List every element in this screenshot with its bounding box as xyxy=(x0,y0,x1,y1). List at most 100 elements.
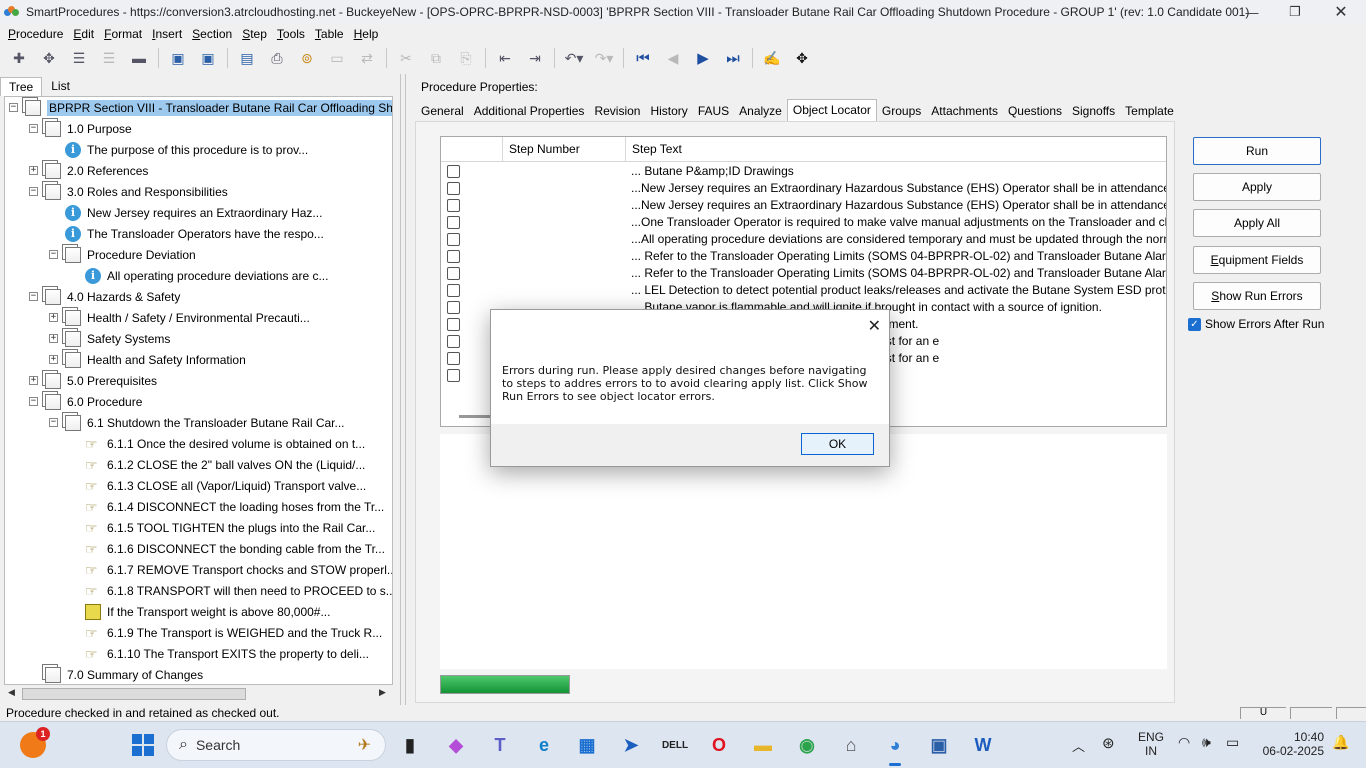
frame-icon[interactable]: ▭ xyxy=(326,47,348,69)
next-step-icon[interactable]: ▶ xyxy=(692,47,714,69)
clock[interactable]: 10:40 06-02-2025 xyxy=(1260,730,1324,758)
tree-node[interactable]: ☞ 6.1.9 The Transport is WEIGHED and the … xyxy=(69,622,382,643)
procedure-tree[interactable]: − BPRPR Section VIII - Transloader Butane… xyxy=(4,96,393,685)
tree-node[interactable]: − 3.0 Roles and Responsibilities xyxy=(29,181,228,202)
dell-icon[interactable]: DELL xyxy=(660,730,690,760)
notifications-icon[interactable]: 🔔 xyxy=(1332,734,1349,751)
tree-node[interactable]: i All operating procedure deviations are … xyxy=(69,265,328,286)
remote-app-icon[interactable]: ⌂ xyxy=(836,730,866,760)
tree-node[interactable]: i New Jersey requires an Extraordinary Ha… xyxy=(49,202,322,223)
grid-row[interactable]: ... Refer to the Transloader Operating L… xyxy=(441,265,1166,282)
expand-toggle-icon[interactable]: − xyxy=(9,103,18,112)
tab-additional-properties[interactable]: Additional Properties xyxy=(469,101,590,121)
tree-node[interactable]: + Health and Safety Information xyxy=(49,349,246,370)
menu-tools[interactable]: Tools xyxy=(272,27,310,41)
tree-node[interactable]: ☞ 6.1.4 DISCONNECT the loading hoses from… xyxy=(69,496,384,517)
run-button[interactable]: Run xyxy=(1193,137,1321,165)
outdent-icon[interactable]: ⇤ xyxy=(494,47,516,69)
expand-toggle-icon[interactable]: + xyxy=(49,334,58,343)
add-subsection-icon[interactable]: ✥ xyxy=(38,47,60,69)
scrollbar-thumb[interactable] xyxy=(22,688,246,700)
tree-node[interactable]: − Procedure Deviation xyxy=(49,244,196,265)
tree-horizontal-scrollbar[interactable]: ◀ ▶ xyxy=(4,686,393,703)
expand-toggle-icon[interactable]: + xyxy=(29,376,38,385)
outline-icon[interactable]: ☰ xyxy=(98,47,120,69)
tab-signoffs[interactable]: Signoffs xyxy=(1067,101,1120,121)
tab-analyze[interactable]: Analyze xyxy=(734,101,787,121)
row-checkbox[interactable] xyxy=(447,182,460,195)
tree-node[interactable]: 7.0 Summary of Changes xyxy=(29,664,203,684)
tree-node[interactable]: i The Transloader Operators have the resp… xyxy=(49,223,324,244)
menu-help[interactable]: Help xyxy=(349,27,384,41)
tree-node[interactable]: ☞ 6.1.6 DISCONNECT the bonding cable from… xyxy=(69,538,385,559)
remote-desktop-icon[interactable]: ▣ xyxy=(924,730,954,760)
expand-toggle-icon[interactable]: + xyxy=(49,313,58,322)
row-checkbox[interactable] xyxy=(447,233,460,246)
row-checkbox[interactable] xyxy=(447,250,460,263)
expand-toggle-icon[interactable]: − xyxy=(49,418,58,427)
row-checkbox[interactable] xyxy=(447,301,460,314)
tree-node[interactable]: ☞ 6.1.10 The Transport EXITS the property… xyxy=(69,643,369,664)
row-checkbox[interactable] xyxy=(447,267,460,280)
tab-groups[interactable]: Groups xyxy=(877,101,926,121)
expand-toggle-icon[interactable]: − xyxy=(29,187,38,196)
row-checkbox[interactable] xyxy=(447,369,460,382)
copy-icon[interactable]: ⧉ xyxy=(425,47,447,69)
undo-icon[interactable]: ↶▾ xyxy=(563,47,585,69)
smartprocedures-taskbar-icon[interactable]: ◕ xyxy=(880,730,910,766)
language-indicator[interactable]: ENG IN xyxy=(1138,730,1164,758)
row-checkbox[interactable] xyxy=(447,335,460,348)
show-errors-after-run-option[interactable]: ✓ Show Errors After Run xyxy=(1188,317,1324,331)
tab-tree[interactable]: Tree xyxy=(0,77,43,96)
close-icon[interactable]: ✕ xyxy=(1318,0,1364,24)
tree-node[interactable]: i The purpose of this procedure is to pro… xyxy=(49,139,308,160)
task-view-icon[interactable]: ▮ xyxy=(395,730,425,760)
menu-section[interactable]: Section xyxy=(187,27,237,41)
step-text-header[interactable]: Step Text xyxy=(626,137,1166,162)
row-checkbox[interactable] xyxy=(447,352,460,365)
tab-history[interactable]: History xyxy=(645,101,692,121)
expand-toggle-icon[interactable]: − xyxy=(29,292,38,301)
power-automate-icon[interactable]: ➤ xyxy=(616,730,646,760)
menu-insert[interactable]: Insert xyxy=(147,27,187,41)
menu-procedure[interactable]: Procedure xyxy=(3,27,68,41)
tree-node[interactable]: If the Transport weight is above 80,000#… xyxy=(69,601,330,622)
tree-node[interactable]: +5.0 Prerequisites xyxy=(29,370,157,391)
minimize-icon[interactable]: — xyxy=(1229,0,1275,24)
grid-row[interactable]: ...One Transloader Operator is required … xyxy=(441,214,1166,231)
tab-general[interactable]: General xyxy=(416,101,469,121)
tab-attachments[interactable]: Attachments xyxy=(926,101,1003,121)
apply-button[interactable]: Apply xyxy=(1193,173,1321,201)
scroll-left-icon[interactable]: ◀ xyxy=(8,687,15,698)
row-checkbox[interactable] xyxy=(447,284,460,297)
save-all-icon[interactable]: ▣ xyxy=(167,47,189,69)
tab-object-locator[interactable]: Object Locator xyxy=(786,99,877,121)
tree-node[interactable]: + Safety Systems xyxy=(49,328,170,349)
equipment-fields-button[interactable]: Equipment Fields xyxy=(1193,246,1321,274)
row-checkbox[interactable] xyxy=(447,216,460,229)
tab-list[interactable]: List xyxy=(42,76,79,96)
ok-button[interactable]: OK xyxy=(801,433,874,455)
taskbar-search[interactable]: ⌕ Search ✈ xyxy=(166,729,386,761)
row-checkbox[interactable] xyxy=(447,318,460,331)
tree-node[interactable]: + Health / Safety / Environmental Precaut… xyxy=(49,307,310,328)
show-errors-after-run-checkbox[interactable]: ✓ xyxy=(1188,317,1201,331)
print-icon[interactable]: ⎙ xyxy=(266,47,288,69)
teams-icon[interactable]: T xyxy=(485,730,515,760)
menu-step[interactable]: Step xyxy=(237,27,272,41)
add-section-icon[interactable]: ✚ xyxy=(8,47,30,69)
tab-questions[interactable]: Questions xyxy=(1003,101,1067,121)
row-checkbox[interactable] xyxy=(447,199,460,212)
tree-node[interactable]: ☞ 6.1.8 TRANSPORT will then need to PROCE… xyxy=(69,580,392,601)
first-step-icon[interactable]: ⏮ xyxy=(632,47,654,69)
tree-node[interactable]: − 6.1 Shutdown the Transloader Butane Rai… xyxy=(49,412,345,433)
show-hidden-icons[interactable]: ︿ xyxy=(1072,736,1085,755)
expand-toggle-icon[interactable]: − xyxy=(29,397,38,406)
tree-node[interactable]: − 6.0 Procedure xyxy=(29,391,142,412)
tree-node[interactable]: − 1.0 Purpose xyxy=(29,118,132,139)
battery-icon[interactable]: ▭ xyxy=(1226,734,1239,751)
menu-table[interactable]: Table xyxy=(310,27,349,41)
apply-all-button[interactable]: Apply All xyxy=(1193,209,1321,237)
step-number-header[interactable]: Step Number xyxy=(503,137,626,162)
chrome-icon[interactable]: ◉ xyxy=(792,730,822,760)
